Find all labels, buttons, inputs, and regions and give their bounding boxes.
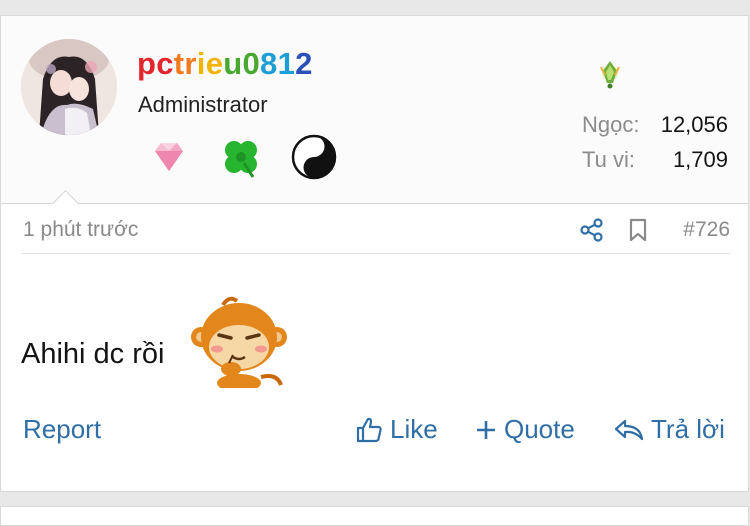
- username-part: u0: [223, 46, 261, 81]
- post-number[interactable]: #726: [683, 218, 730, 242]
- post-card: pctrieu0812 Administrator Ngọc: 12,056 T…: [0, 15, 749, 492]
- stat-label-tu-vi: Tu vi:: [582, 147, 635, 172]
- share-icon[interactable]: [579, 217, 605, 243]
- user-role: Administrator: [138, 92, 268, 117]
- stat-label-ngoc: Ngọc:: [582, 112, 640, 137]
- quote-label: Quote: [504, 414, 575, 444]
- username-part: 2: [295, 46, 313, 81]
- user-info-bar: pctrieu0812 Administrator Ngọc: 12,056 T…: [1, 16, 748, 204]
- username[interactable]: pctrieu0812: [137, 46, 313, 82]
- jade-icon: [600, 61, 620, 89]
- clover-icon: [225, 141, 257, 178]
- quote-button[interactable]: Quote: [474, 414, 575, 445]
- thumbs-up-icon: [356, 417, 382, 442]
- monkey-emoji: [189, 291, 289, 388]
- like-button[interactable]: Like: [354, 414, 438, 445]
- next-post-card: [0, 506, 749, 526]
- stat-value-tu-vi: 1,709: [672, 147, 728, 172]
- plus-icon: [477, 420, 495, 439]
- username-part: pc: [137, 46, 174, 81]
- reply-button[interactable]: Trả lời: [613, 414, 725, 445]
- stat-value-ngoc: 12,056: [660, 112, 728, 137]
- post-actions: Report Like Quote Trả lời: [1, 409, 748, 455]
- page-top-gap: [0, 0, 750, 15]
- post-time[interactable]: 1 phút trước: [23, 218, 138, 242]
- username-part: 81: [260, 46, 296, 81]
- avatar[interactable]: [21, 39, 117, 135]
- reply-icon: [614, 419, 644, 440]
- username-part: tr: [173, 46, 197, 81]
- post-content: Ahihi dc rồi: [21, 338, 165, 370]
- like-label: Like: [390, 414, 438, 444]
- diamond-icon: [155, 143, 183, 171]
- yin-yang-icon: [291, 134, 337, 180]
- avatar-image: [21, 39, 117, 135]
- post-meta-bar: 1 phút trước #726: [21, 206, 730, 254]
- username-part: ie: [196, 46, 224, 81]
- reply-label: Trả lời: [651, 414, 725, 444]
- report-button[interactable]: Report: [23, 414, 101, 445]
- bookmark-icon[interactable]: [626, 217, 650, 243]
